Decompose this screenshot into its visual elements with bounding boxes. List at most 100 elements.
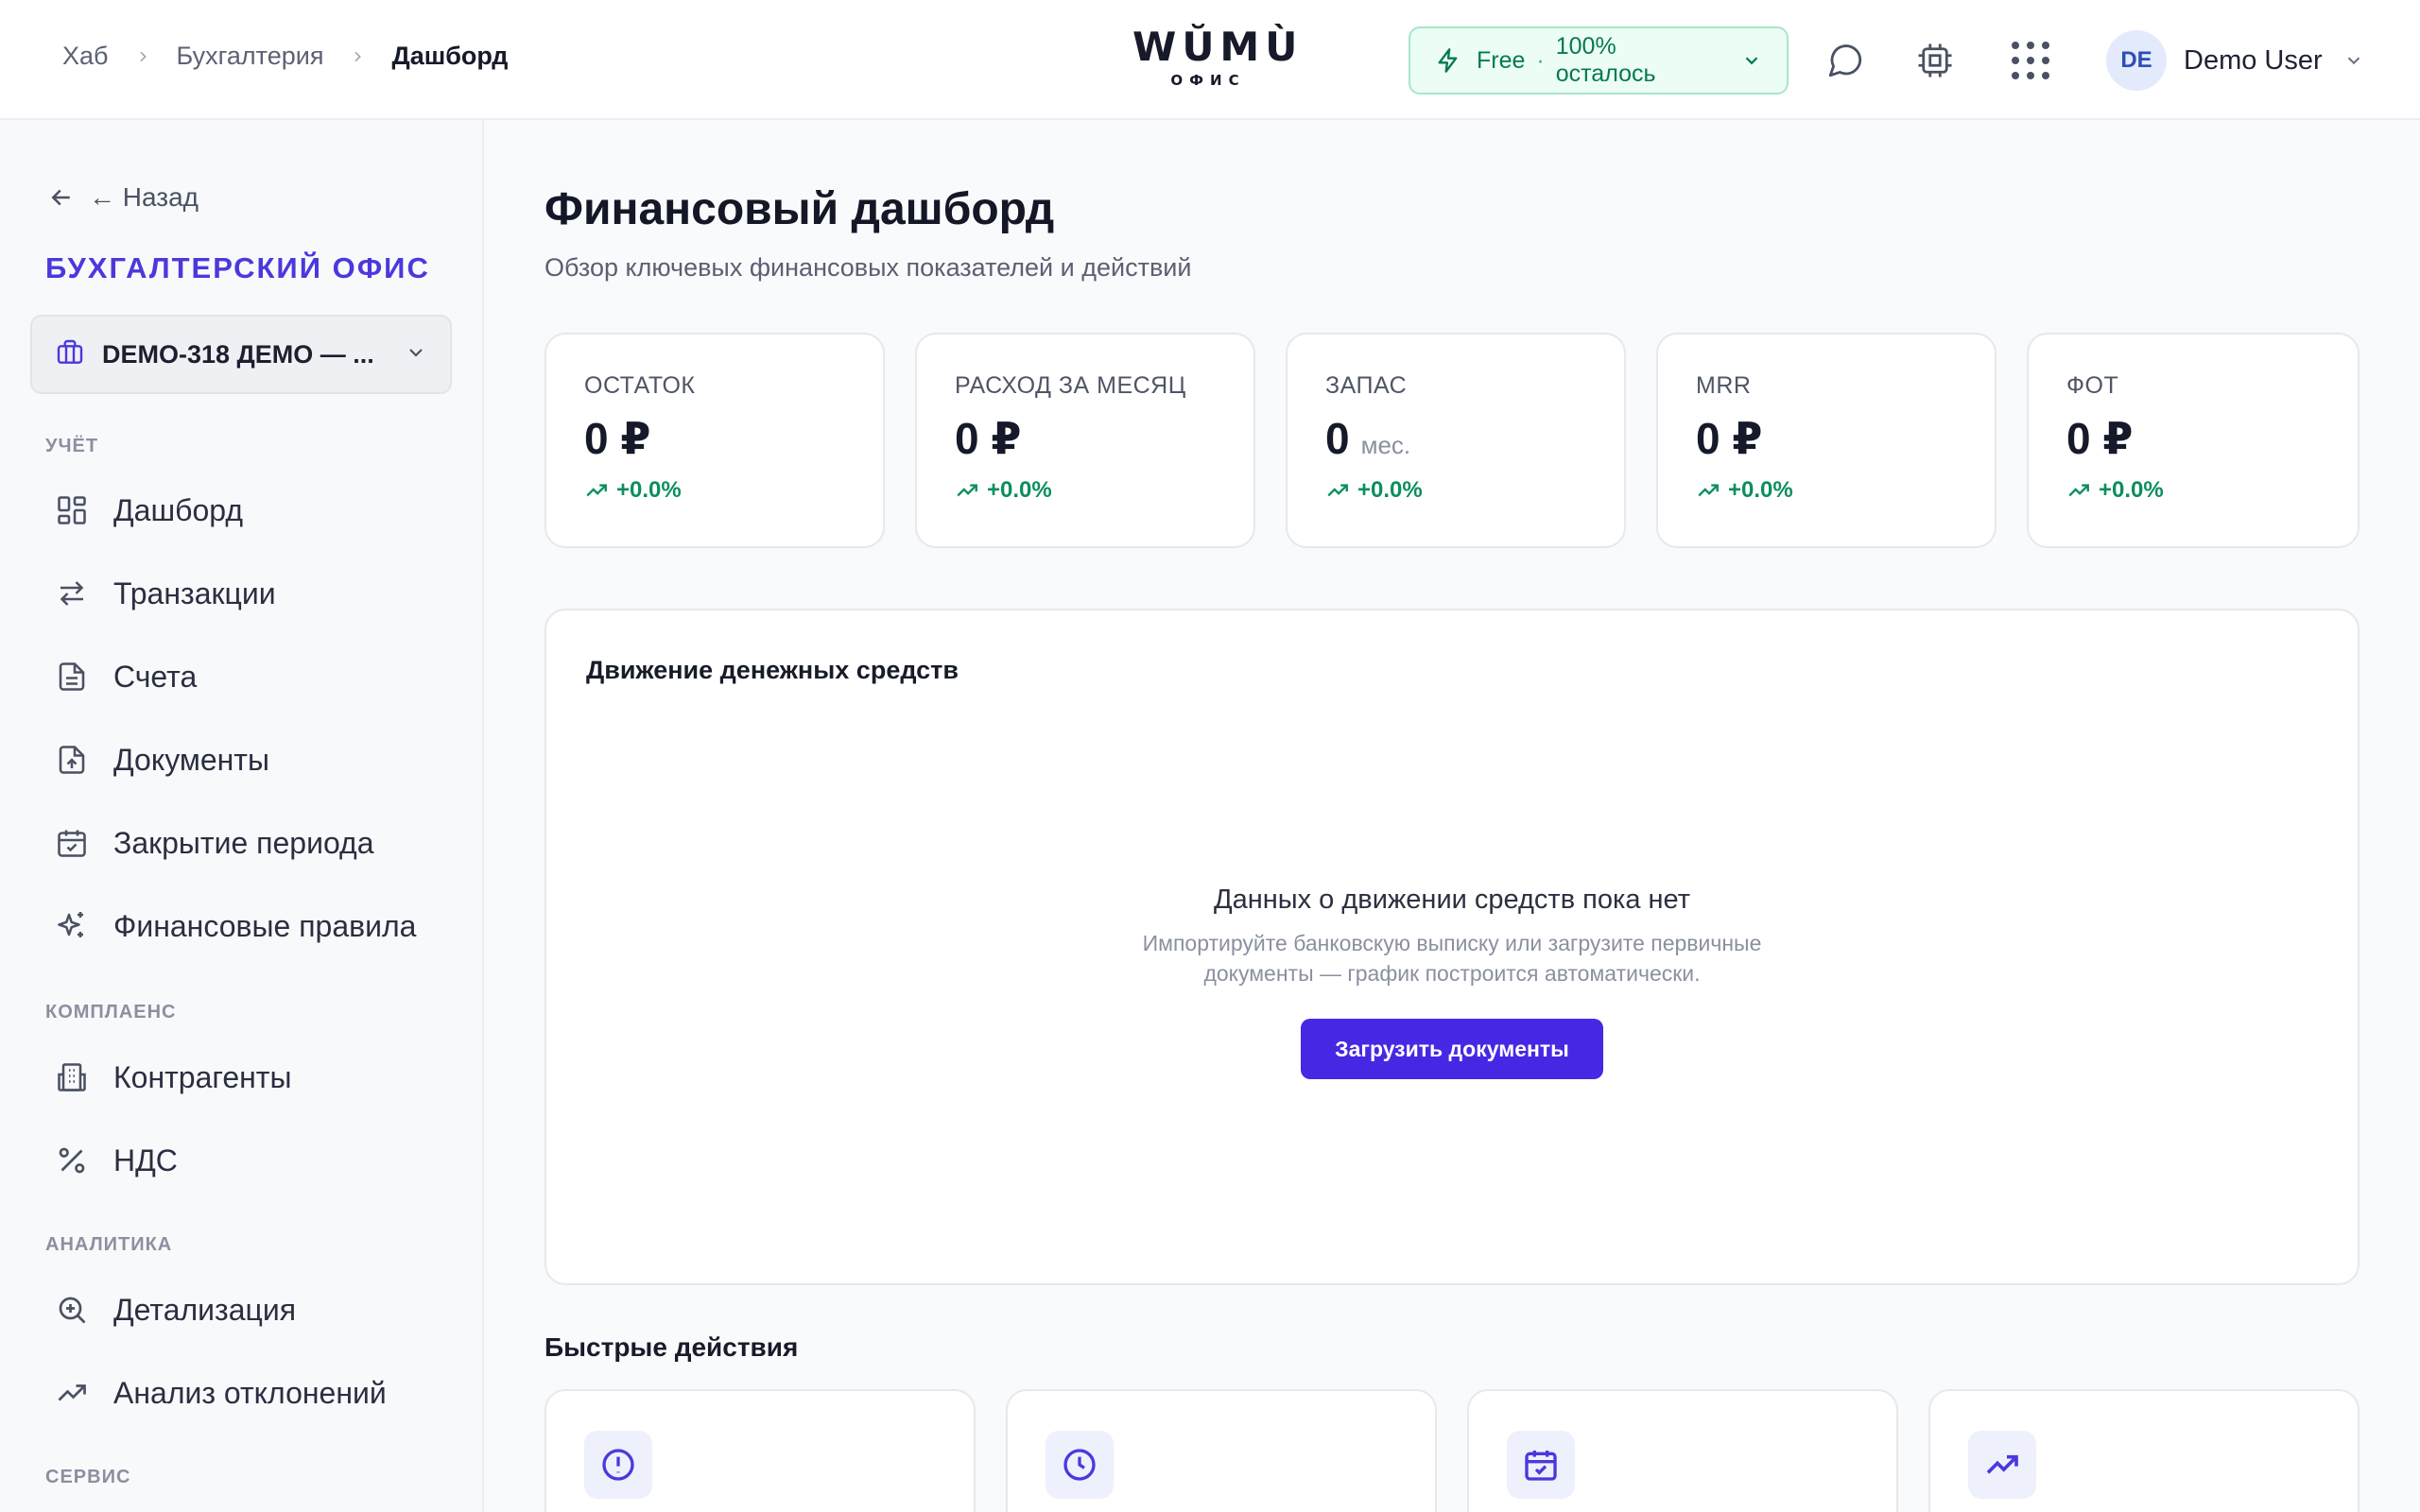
- trending-up-icon: [53, 1374, 91, 1412]
- back-link[interactable]: ← Назад: [47, 182, 199, 213]
- chevron-down-icon: [405, 341, 427, 369]
- breadcrumb-current: Дашборд: [391, 42, 509, 70]
- sidebar-item-period-close[interactable]: Закрытие периода: [53, 820, 374, 866]
- quick-action-card-pending[interactable]: [1006, 1389, 1437, 1512]
- trending-up-icon: [955, 478, 979, 503]
- calendar-check-icon: [53, 824, 91, 862]
- kpi-card-mrr[interactable]: MRR 0 ₽ +0.0%: [1656, 333, 1996, 548]
- plan-separator: ·: [1536, 46, 1545, 74]
- kpi-label: ОСТАТОК: [584, 372, 696, 399]
- apps-grid-icon[interactable]: [2008, 38, 2053, 83]
- sidebar-item-variance[interactable]: Анализ отклонений: [53, 1370, 387, 1416]
- plan-dropdown[interactable]: Free · 100% осталось: [1409, 26, 1789, 94]
- arrows-swap-icon: [53, 575, 91, 612]
- dashboard-grid-icon: [53, 491, 91, 529]
- upload-documents-button[interactable]: Загрузить документы: [1301, 1019, 1603, 1079]
- sidebar-item-label: Транзакции: [113, 576, 276, 610]
- back-label: ← Назад: [89, 182, 199, 212]
- office-brand: БУХГАЛТЕРСКИЙ ОФИС: [45, 251, 430, 284]
- quick-actions-title: Быстрые действия: [544, 1332, 799, 1362]
- kpi-card-runway[interactable]: ЗАПАС 0 мес. +0.0%: [1286, 333, 1626, 548]
- sidebar-item-documents[interactable]: Документы: [53, 737, 269, 782]
- section-label-compliance: КОМПЛАЕНС: [45, 1002, 177, 1022]
- sidebar-item-fin-rules[interactable]: Финансовые правила: [53, 903, 416, 949]
- kpi-label: MRR: [1696, 372, 1752, 399]
- percent-icon: [53, 1142, 91, 1179]
- kpi-delta: +0.0%: [2099, 477, 2164, 503]
- avatar: DE: [2106, 30, 2167, 91]
- kpi-value: 0 ₽: [584, 414, 651, 463]
- empty-state-title: Данных о движении средств пока нет: [1213, 885, 1690, 915]
- kpi-value: 0: [1325, 414, 1350, 463]
- sidebar-item-dashboard[interactable]: Дашборд: [53, 488, 243, 533]
- sidebar-item-counterparties[interactable]: Контрагенты: [53, 1055, 291, 1100]
- building-icon: [53, 1058, 91, 1096]
- arrow-left-icon: [47, 183, 76, 212]
- user-menu[interactable]: DE Demo User: [2106, 30, 2364, 91]
- app-logo[interactable]: WŬMÙ ОФИС: [1132, 24, 1304, 90]
- kpi-delta: +0.0%: [616, 477, 682, 503]
- plan-name: Free: [1477, 46, 1526, 74]
- kpi-value: 0 ₽: [1696, 414, 1763, 463]
- clock-icon: [1046, 1431, 1114, 1499]
- kpi-card-payroll[interactable]: ФОТ 0 ₽ +0.0%: [2027, 333, 2360, 548]
- sidebar-item-label: Контрагенты: [113, 1059, 292, 1094]
- sidebar-item-label: Финансовые правила: [113, 908, 417, 943]
- breadcrumb: Хаб Бухгалтерия Дашборд: [62, 42, 508, 71]
- section-label-analytics: АНАЛИТИКА: [45, 1234, 173, 1255]
- logo-mark: WŬMÙ: [1132, 24, 1304, 70]
- user-name: Demo User: [2184, 44, 2323, 76]
- sidebar-item-label: Анализ отклонений: [113, 1375, 387, 1410]
- sidebar-item-invoices[interactable]: Счета: [53, 654, 197, 699]
- logo-sub: ОФИС: [1170, 72, 1246, 89]
- kpi-delta: +0.0%: [1728, 477, 1793, 503]
- sidebar: ← Назад БУХГАЛТЕРСКИЙ ОФИС DEMO-318 ДЕМО…: [0, 120, 484, 1512]
- section-label-service: СЕРВИС: [45, 1467, 131, 1487]
- kpi-label: РАСХОД ЗА МЕСЯЦ: [955, 372, 1186, 399]
- sidebar-item-vat[interactable]: НДС: [53, 1138, 178, 1183]
- sidebar-item-transactions[interactable]: Транзакции: [53, 571, 276, 616]
- kpi-label: ЗАПАС: [1325, 372, 1408, 399]
- section-label-uchet: УЧЁТ: [45, 436, 99, 456]
- trending-up-icon: [1968, 1431, 2036, 1499]
- kpi-delta: +0.0%: [987, 477, 1052, 503]
- file-upload-icon: [53, 741, 91, 779]
- kpi-label: ФОТ: [2066, 372, 2119, 399]
- top-header: Хаб Бухгалтерия Дашборд WŬMÙ ОФИС Free ·…: [0, 0, 2420, 120]
- chevron-right-icon: [135, 49, 150, 64]
- organization-selector[interactable]: DEMO-318 ДЕМО — ...: [30, 315, 452, 394]
- breadcrumb-accounting[interactable]: Бухгалтерия: [177, 42, 324, 71]
- cashflow-card: Движение денежных средств Данных о движе…: [544, 609, 2360, 1285]
- page-title: Финансовый дашборд: [544, 184, 1055, 234]
- empty-state-description: Импортируйте банковскую выписку или загр…: [1142, 931, 1762, 986]
- sidebar-item-label: Документы: [113, 742, 269, 777]
- breadcrumb-hub[interactable]: Хаб: [62, 42, 109, 71]
- cashflow-title: Движение денежных средств: [586, 656, 959, 684]
- kpi-value: 0 ₽: [955, 414, 1022, 463]
- quick-action-card-trends[interactable]: [1928, 1389, 2360, 1512]
- page-subtitle: Обзор ключевых финансовых показателей и …: [544, 253, 1192, 282]
- kpi-value: 0 ₽: [2066, 414, 2134, 463]
- plan-remaining: 100% осталось: [1555, 33, 1656, 87]
- kpi-card-balance[interactable]: ОСТАТОК 0 ₽ +0.0%: [544, 333, 885, 548]
- kpi-delta: +0.0%: [1357, 477, 1423, 503]
- kpi-unit: мес.: [1360, 431, 1411, 459]
- cpu-icon[interactable]: [1912, 38, 1958, 83]
- chat-icon[interactable]: [1823, 38, 1868, 83]
- quick-action-card-close-period[interactable]: [1467, 1389, 1898, 1512]
- zoom-in-icon: [53, 1291, 91, 1329]
- sparkles-icon: [53, 907, 91, 945]
- quick-action-card-alerts[interactable]: [544, 1389, 976, 1512]
- sidebar-item-label: Детализация: [113, 1292, 297, 1327]
- chevron-right-icon: [350, 49, 365, 64]
- kpi-card-monthly-spend[interactable]: РАСХОД ЗА МЕСЯЦ 0 ₽ +0.0%: [915, 333, 1255, 548]
- calendar-check-icon: [1507, 1431, 1575, 1499]
- sidebar-item-drilldown[interactable]: Детализация: [53, 1287, 296, 1332]
- alert-circle-icon: [584, 1431, 652, 1499]
- sidebar-item-label: Закрытие периода: [113, 825, 374, 860]
- sidebar-item-label: Дашборд: [113, 492, 243, 527]
- organization-name: DEMO-318 ДЕМО — ...: [102, 339, 374, 369]
- briefcase-icon: [55, 337, 85, 372]
- trending-up-icon: [2066, 478, 2091, 503]
- sidebar-item-label: НДС: [113, 1143, 178, 1177]
